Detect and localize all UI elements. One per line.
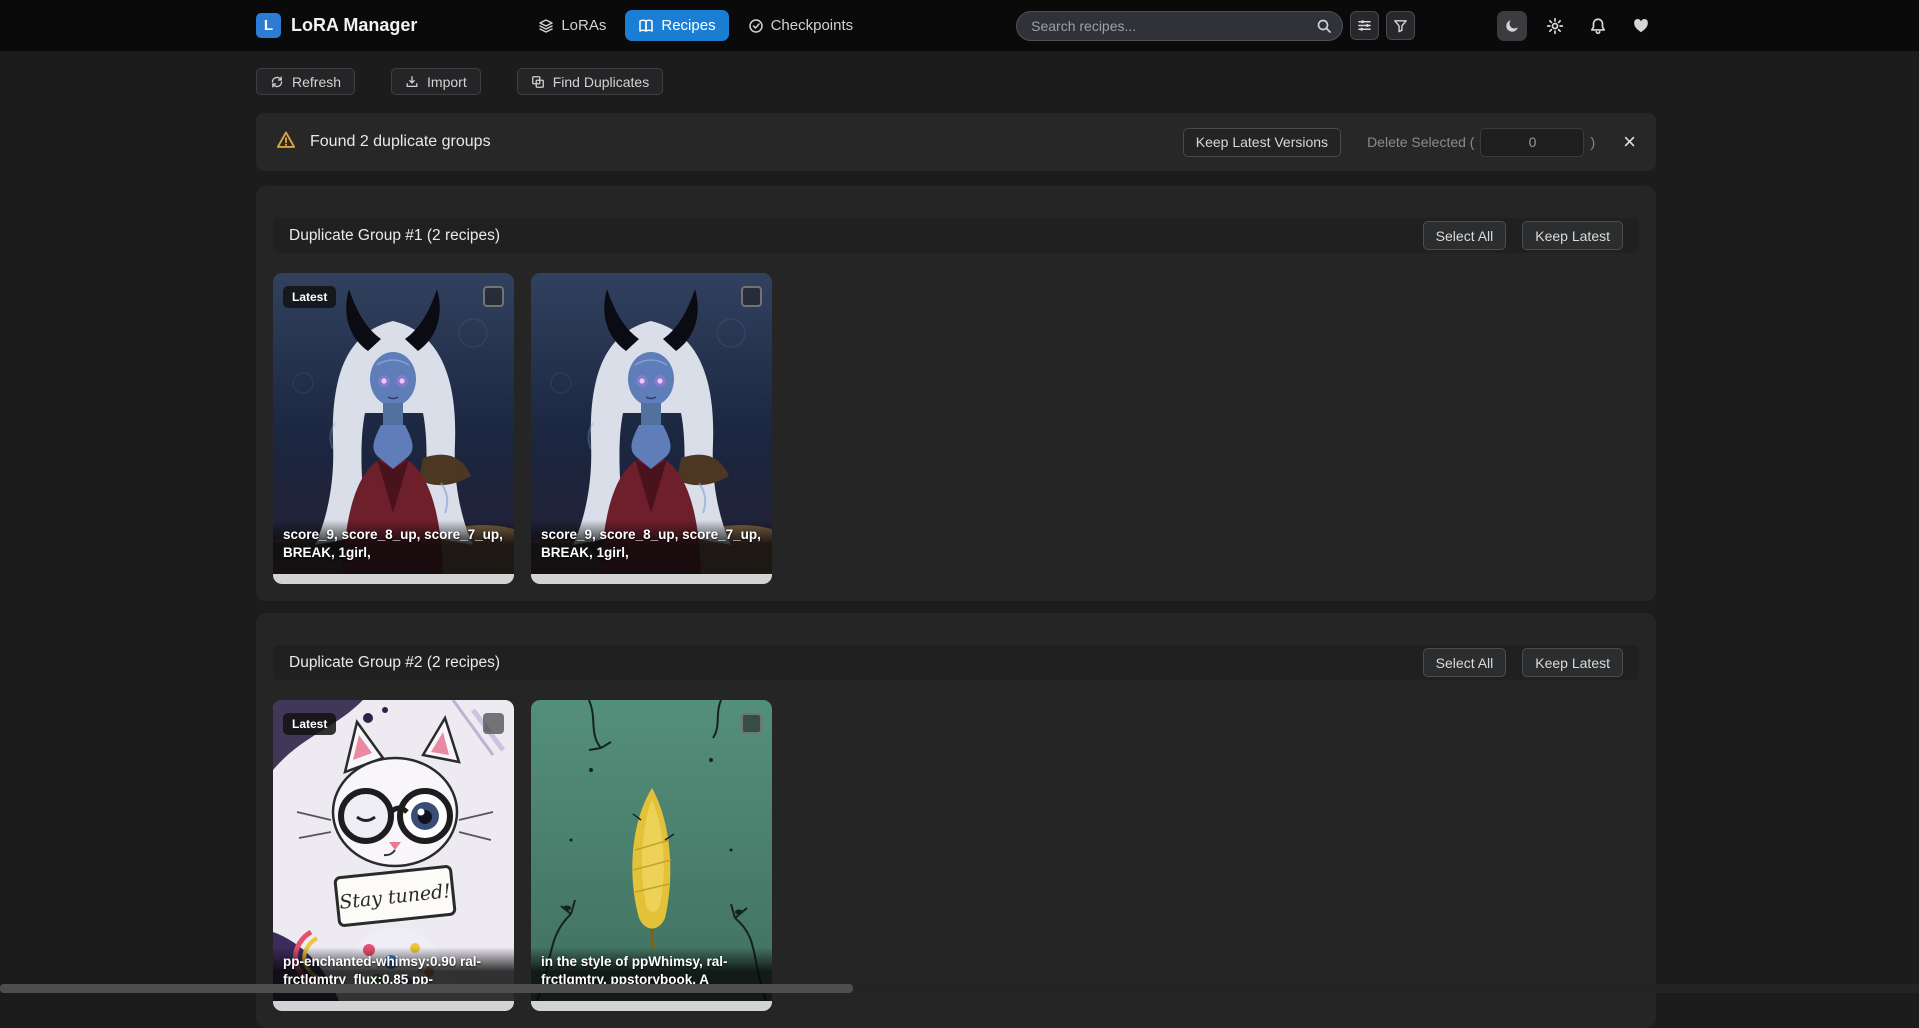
funnel-icon	[1393, 18, 1408, 33]
notifications-button[interactable]	[1583, 11, 1613, 41]
delete-selected-prefix: Delete Selected (	[1367, 134, 1474, 150]
recipes-toolbar: Refresh Import Find Duplicates	[256, 68, 1656, 95]
search-bar	[1016, 11, 1343, 41]
search-input[interactable]	[1016, 11, 1343, 41]
tab-checkpoints-label: Checkpoints	[771, 17, 854, 34]
import-icon	[405, 75, 419, 89]
bell-icon	[1589, 17, 1607, 35]
sort-options-button[interactable]	[1350, 11, 1379, 40]
recipe-caption: score_9, score_8_up, score_7_up, BREAK, …	[273, 520, 514, 574]
recipe-card[interactable]: in the style of ppWhimsy, ral-frctlgmtry…	[531, 700, 772, 1011]
tab-checkpoints[interactable]: Checkpoints	[735, 10, 867, 41]
alert-actions: Keep Latest Versions Delete Selected ( )…	[1183, 128, 1636, 157]
horizontal-scrollbar-thumb[interactable]	[0, 984, 853, 993]
tab-recipes[interactable]: Recipes	[625, 10, 728, 41]
latest-badge: Latest	[283, 286, 336, 308]
group-1-select-all-button[interactable]: Select All	[1423, 221, 1507, 250]
refresh-button-label: Refresh	[292, 74, 341, 90]
layers-icon	[538, 18, 554, 34]
gear-icon	[1546, 17, 1564, 35]
group-2-title: Duplicate Group #2 (2 recipes)	[289, 654, 500, 672]
select-checkbox[interactable]	[483, 713, 504, 734]
app-logo-icon: L	[256, 13, 281, 38]
card-footer	[273, 1001, 514, 1011]
group-1-title: Duplicate Group #1 (2 recipes)	[289, 227, 500, 245]
recipe-card[interactable]: Latest pp-enchanted-whimsy:0.90 ral-frct…	[273, 700, 514, 1011]
group-1-header: Duplicate Group #1 (2 recipes) Select Al…	[273, 218, 1639, 253]
favorites-button[interactable]	[1626, 11, 1656, 41]
refresh-button[interactable]: Refresh	[256, 68, 355, 95]
select-checkbox[interactable]	[483, 286, 504, 307]
group-2-select-all-button[interactable]: Select All	[1423, 648, 1507, 677]
card-footer	[531, 574, 772, 584]
app-logo-letter: L	[264, 17, 273, 34]
settings-button[interactable]	[1540, 11, 1570, 41]
horizontal-scrollbar[interactable]	[0, 984, 1919, 993]
close-alert-button[interactable]: ×	[1623, 131, 1636, 153]
search-icon[interactable]	[1316, 18, 1332, 39]
warning-icon	[276, 130, 296, 155]
select-checkbox[interactable]	[741, 713, 762, 734]
card-footer	[273, 574, 514, 584]
close-icon: ×	[1623, 129, 1636, 154]
app-brand: L LoRA Manager	[256, 13, 417, 38]
delete-selected-suffix: )	[1590, 134, 1595, 150]
top-nav-bar: L LoRA Manager LoRAs Recipes	[0, 0, 1919, 51]
duplicate-group-panel-1: Duplicate Group #1 (2 recipes) Select Al…	[256, 186, 1656, 601]
app-title: LoRA Manager	[291, 15, 417, 36]
find-duplicates-button-label: Find Duplicates	[553, 74, 650, 90]
duplicates-alert-banner: Found 2 duplicate groups Keep Latest Ver…	[256, 113, 1656, 171]
group-1-actions: Select All Keep Latest	[1423, 221, 1623, 250]
moon-icon	[1504, 17, 1521, 34]
recipe-caption: score_9, score_8_up, score_7_up, BREAK, …	[531, 520, 772, 574]
heart-icon	[1632, 17, 1650, 35]
recipe-card[interactable]: score_9, score_8_up, score_7_up, BREAK, …	[531, 273, 772, 584]
duplicate-group-panel-2: Duplicate Group #2 (2 recipes) Select Al…	[256, 613, 1656, 1028]
tab-loras[interactable]: LoRAs	[525, 10, 619, 41]
filter-button[interactable]	[1386, 11, 1415, 40]
main-content: Refresh Import Find Duplicates	[256, 68, 1656, 1028]
delete-count-input[interactable]	[1480, 128, 1584, 157]
check-circle-icon	[748, 18, 764, 34]
group-2-actions: Select All Keep Latest	[1423, 648, 1623, 677]
import-button-label: Import	[427, 74, 467, 90]
find-duplicates-button[interactable]: Find Duplicates	[517, 68, 664, 95]
delete-selected-group: Delete Selected ( )	[1367, 128, 1595, 157]
theme-toggle-button[interactable]	[1497, 11, 1527, 41]
alert-message: Found 2 duplicate groups	[310, 133, 491, 151]
select-checkbox[interactable]	[741, 286, 762, 307]
recipe-book-icon	[638, 18, 654, 34]
keep-latest-versions-button[interactable]: Keep Latest Versions	[1183, 128, 1341, 157]
refresh-icon	[270, 75, 284, 89]
import-button[interactable]: Import	[391, 68, 481, 95]
sliders-icon	[1357, 18, 1372, 33]
nav-right-actions	[1497, 11, 1656, 41]
duplicates-icon	[531, 75, 545, 89]
tab-loras-label: LoRAs	[561, 17, 606, 34]
group-2-keep-latest-button[interactable]: Keep Latest	[1522, 648, 1623, 677]
card-footer	[531, 1001, 772, 1011]
latest-badge: Latest	[283, 713, 336, 735]
recipe-card[interactable]: Latest score_9, score_8_up, score_7_up, …	[273, 273, 514, 584]
group-1-cards: Latest score_9, score_8_up, score_7_up, …	[273, 273, 1639, 584]
tab-recipes-label: Recipes	[661, 17, 715, 34]
group-2-cards: Latest pp-enchanted-whimsy:0.90 ral-frct…	[273, 700, 1639, 1011]
group-2-header: Duplicate Group #2 (2 recipes) Select Al…	[273, 645, 1639, 680]
main-nav: LoRAs Recipes Checkpoints	[525, 10, 866, 41]
group-1-keep-latest-button[interactable]: Keep Latest	[1522, 221, 1623, 250]
